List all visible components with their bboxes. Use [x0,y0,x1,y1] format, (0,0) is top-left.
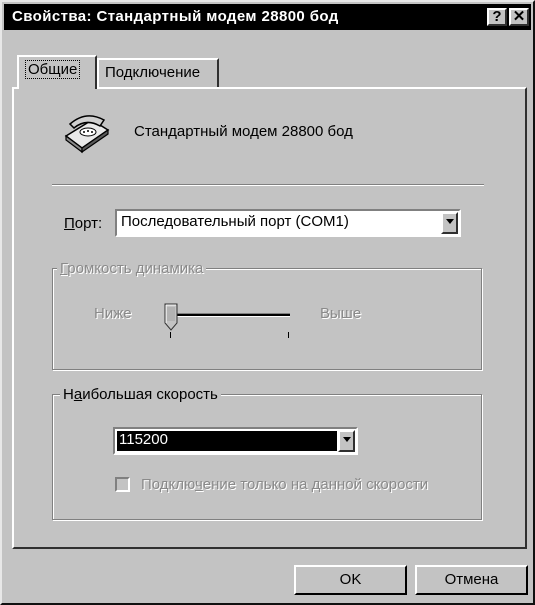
ok-button[interactable]: OK [294,565,407,595]
port-select-value: Последовательный порт (COM1) [121,213,349,230]
modem-properties-dialog: Свойства: Стандартный модем 28800 бод ? … [0,0,535,605]
max-speed-title: ибольшая скорость [82,386,218,403]
close-button[interactable]: ✕ [509,8,529,26]
speaker-volume-title: ромкость динамика [67,260,204,277]
port-dropdown-button[interactable] [441,212,458,234]
port-label-text: орт: [74,215,103,232]
window-title: Свойства: Стандартный модем 28800 бод [12,8,339,25]
tab-connection[interactable]: Подключение [97,58,219,88]
max-speed-dropdown-button[interactable] [338,430,355,452]
only-speed-label-hotkey: ч [194,476,203,493]
tab-connection-label: Подключение [105,64,201,81]
speaker-low-label: Ниже [94,305,132,322]
slider-tick-max [288,332,289,338]
ok-button-label: OK [339,571,362,588]
only-speed-label-pre: Подклю [141,476,195,493]
only-speed-checkbox[interactable] [115,477,130,492]
max-speed-select[interactable]: 115200 [113,427,358,455]
speaker-volume-legend: Громкость динамика [57,260,207,277]
tab-general[interactable]: Общие [17,55,97,89]
speaker-high-label: Выше [320,305,362,322]
speaker-volume-track [170,313,290,317]
only-speed-label-text: ение только на данной скорости [202,476,429,493]
help-icon: ? [492,8,502,25]
telephone-icon [64,115,110,154]
help-button[interactable]: ? [487,8,507,26]
cancel-button[interactable]: Отмена [415,565,528,595]
port-select[interactable]: Последовательный порт (COM1) [115,209,461,237]
max-speed-legend: Наибольшая скорость [60,386,221,403]
tab-general-label: Общие [25,60,81,79]
max-speed-select-value: 115200 [117,431,337,451]
slider-tick-min [170,332,171,338]
only-speed-label: Подключение только на данной скорости [141,476,428,493]
modem-name: Стандартный модем 28800 бод [134,123,353,140]
max-speed-hotkey: а [73,386,83,403]
close-icon: ✕ [512,8,526,25]
speaker-volume-slider-thumb[interactable] [164,303,178,331]
port-label: Порт: [64,215,102,232]
title-bar[interactable]: Свойства: Стандартный модем 28800 бод ? … [4,4,531,30]
max-speed-title-pre: Н [63,386,74,403]
cancel-button-label: Отмена [444,571,499,588]
port-label-hotkey: П [64,215,75,232]
max-speed-group [52,394,482,520]
separator-line [52,184,484,186]
